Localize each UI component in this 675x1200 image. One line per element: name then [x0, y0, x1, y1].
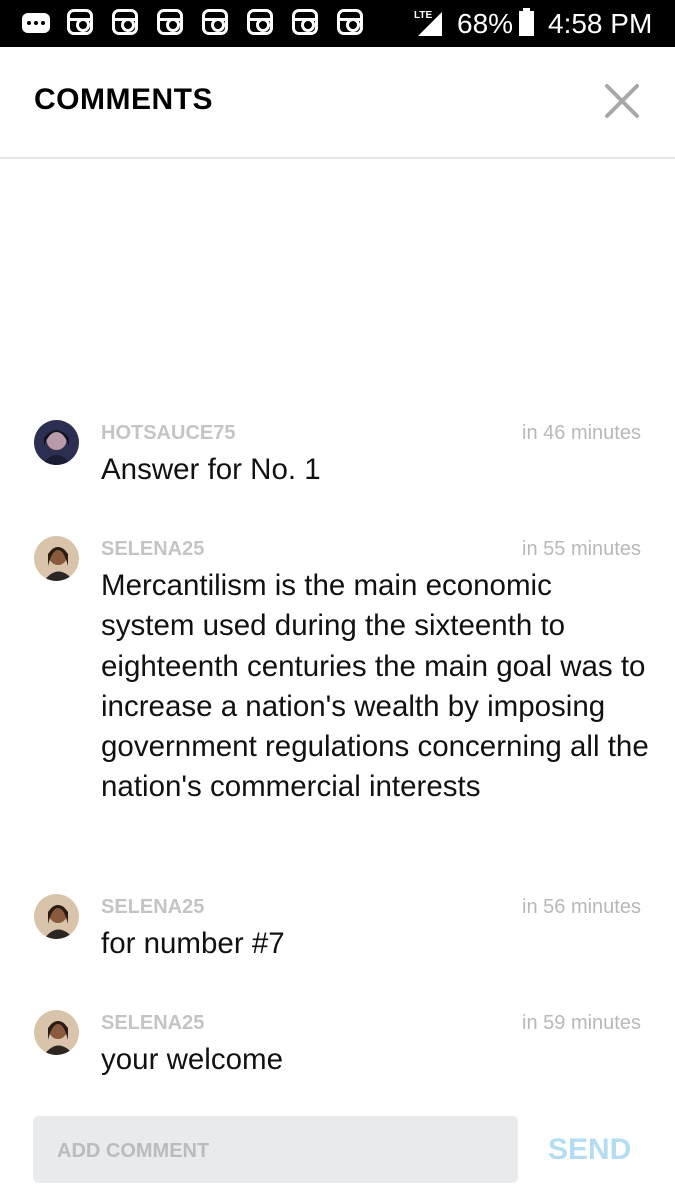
- messages-icon: [22, 13, 50, 33]
- comment-text: Answer for No. 1: [101, 453, 321, 486]
- send-button[interactable]: SEND: [548, 1133, 631, 1167]
- instagram-icon: [202, 9, 228, 35]
- page-title: COMMENTS: [34, 83, 213, 116]
- close-button[interactable]: [602, 81, 642, 121]
- clock: 4:58 PM: [548, 8, 653, 39]
- avatar[interactable]: [34, 894, 79, 939]
- close-icon: [605, 84, 639, 118]
- instagram-icon: [157, 9, 183, 35]
- comment-time: in 55 minutes: [522, 538, 641, 560]
- comment-text: your welcome: [101, 1043, 283, 1076]
- comments-header: COMMENTS: [0, 47, 675, 159]
- add-comment-placeholder: ADD COMMENT: [57, 1140, 210, 1162]
- instagram-icon: [292, 9, 318, 35]
- signal-icon: [418, 12, 442, 36]
- instagram-icon: [112, 9, 138, 35]
- avatar[interactable]: [34, 420, 79, 465]
- instagram-icon: [67, 9, 93, 35]
- status-bar: LTE 68% 4:58 PM: [0, 0, 675, 47]
- instagram-icon: [247, 9, 273, 35]
- comment-username[interactable]: SELENA25: [101, 1012, 204, 1035]
- avatar[interactable]: [34, 1010, 79, 1055]
- comment-username[interactable]: SELENA25: [101, 896, 204, 919]
- battery-percent: 68%: [457, 8, 514, 39]
- comment-time: in 59 minutes: [522, 1012, 641, 1034]
- avatar[interactable]: [34, 536, 79, 581]
- comment-text: Mercantilism is the main economic system…: [101, 569, 649, 804]
- comment-text: for number #7: [101, 927, 285, 960]
- comment-username[interactable]: HOTSAUCE75: [101, 422, 235, 445]
- comment-time: in 56 minutes: [522, 896, 641, 918]
- comment-username[interactable]: SELENA25: [101, 538, 204, 561]
- battery-icon: [519, 8, 534, 36]
- instagram-icon: [337, 9, 363, 35]
- comment-time: in 46 minutes: [522, 422, 641, 444]
